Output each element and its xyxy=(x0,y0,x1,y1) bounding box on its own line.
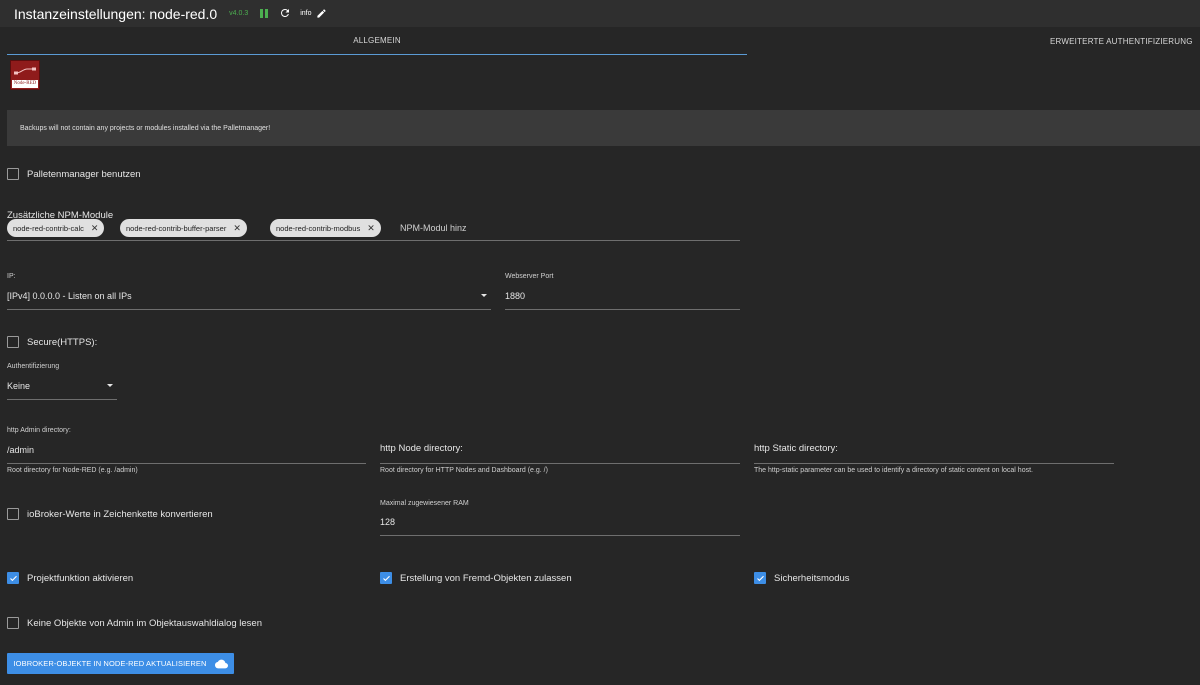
node-directory-helper: Root directory for HTTP Nodes and Dashbo… xyxy=(380,467,548,474)
foreign-objects-checkbox[interactable]: Erstellung von Fremd-Objekten zulassen xyxy=(380,572,572,584)
max-ram-underline xyxy=(380,535,740,536)
update-objects-button[interactable]: IOBROKER-OBJEKTE IN NODE-RED AKTUALISIER… xyxy=(7,653,234,674)
checkmark-icon xyxy=(9,575,17,581)
admin-directory-input[interactable]: /admin xyxy=(7,445,34,455)
convert-values-label: ioBroker-Werte in Zeichenkette konvertie… xyxy=(27,508,213,520)
cloud-upload-icon xyxy=(214,659,228,669)
convert-values-checkbox[interactable]: ioBroker-Werte in Zeichenkette konvertie… xyxy=(7,508,213,520)
chip-label: node-red-contrib-modbus xyxy=(276,223,361,233)
checkbox-box[interactable] xyxy=(7,336,19,348)
chip-label: node-red-contrib-buffer-parser xyxy=(126,223,227,233)
npm-module-input[interactable] xyxy=(400,221,490,235)
secure-label: Secure(HTTPS): xyxy=(27,336,98,348)
no-admin-objects-label: Keine Objekte von Admin im Objektauswahl… xyxy=(27,617,262,629)
chip-label: node-red-contrib-calc xyxy=(13,223,84,233)
chip-remove-icon[interactable]: ✕ xyxy=(233,223,241,233)
logo-label: Node-RED xyxy=(12,80,38,88)
safe-mode-checkbox[interactable]: Sicherheitsmodus xyxy=(754,572,850,584)
static-directory-underline xyxy=(754,463,1114,464)
webserver-port-input[interactable]: 1880 xyxy=(505,291,525,301)
title-bar: Instanzeinstellungen: node-red.0 v4.0.3 … xyxy=(0,0,1200,27)
npm-module-chip[interactable]: node-red-contrib-buffer-parser ✕ xyxy=(120,219,247,237)
chevron-down-icon[interactable] xyxy=(481,294,487,297)
max-ram-label: Maximal zugewiesener RAM xyxy=(380,500,469,507)
page-title: Instanzeinstellungen: node-red.0 xyxy=(14,5,218,22)
chevron-down-icon[interactable] xyxy=(107,384,113,387)
no-admin-objects-checkbox[interactable]: Keine Objekte von Admin im Objektauswahl… xyxy=(7,617,262,629)
reload-icon[interactable] xyxy=(279,7,291,21)
checkmark-icon xyxy=(382,575,390,581)
authentication-select-value[interactable]: Keine xyxy=(7,381,30,391)
project-mode-label: Projektfunktion aktivieren xyxy=(27,572,134,584)
tab-extended-auth[interactable]: ERWEITERTE AUTHENTIFIZIERUNG xyxy=(1050,27,1193,55)
chip-remove-icon[interactable]: ✕ xyxy=(367,223,375,233)
foreign-objects-label: Erstellung von Fremd-Objekten zulassen xyxy=(400,572,572,584)
ip-underline xyxy=(7,309,491,310)
static-directory-helper: The http-static parameter can be used to… xyxy=(754,467,1033,474)
checkmark-icon xyxy=(756,575,764,581)
npm-modules-underline xyxy=(7,240,740,241)
secure-checkbox[interactable]: Secure(HTTPS): xyxy=(7,336,97,348)
safe-mode-label: Sicherheitsmodus xyxy=(774,572,850,584)
node-red-logo: Node-RED xyxy=(10,60,40,90)
backup-notice: Backups will not contain any projects or… xyxy=(7,110,1200,146)
checkbox-box[interactable] xyxy=(7,508,19,520)
webserver-port-label: Webserver Port xyxy=(505,273,554,280)
checkbox-box[interactable] xyxy=(7,168,19,180)
checkbox-box[interactable] xyxy=(754,572,766,584)
ip-label: IP: xyxy=(7,273,16,280)
admin-directory-label: http Admin directory: xyxy=(7,427,71,434)
max-ram-input[interactable]: 128 xyxy=(380,517,395,527)
checkbox-box[interactable] xyxy=(7,572,19,584)
node-directory-underline xyxy=(380,463,740,464)
version-label: v4.0.3 xyxy=(229,10,249,17)
authentication-underline xyxy=(7,399,117,400)
palette-manager-label: Palletenmanager benutzen xyxy=(27,168,141,180)
pause-icon[interactable] xyxy=(260,9,269,18)
checkbox-box[interactable] xyxy=(7,617,19,629)
chip-remove-icon[interactable]: ✕ xyxy=(91,223,99,233)
info-link[interactable]: info xyxy=(300,10,311,17)
palette-manager-checkbox[interactable]: Palletenmanager benutzen xyxy=(7,168,141,180)
npm-module-chip[interactable]: node-red-contrib-modbus ✕ xyxy=(270,219,381,237)
project-mode-checkbox[interactable]: Projektfunktion aktivieren xyxy=(7,572,133,584)
npm-module-chip[interactable]: node-red-contrib-calc ✕ xyxy=(7,219,105,237)
tab-general[interactable]: ALLGEMEIN xyxy=(7,27,747,55)
pencil-icon[interactable] xyxy=(316,8,327,19)
admin-directory-helper: Root directory for Node-RED (e.g. /admin… xyxy=(7,467,138,474)
authentication-label: Authentifizierung xyxy=(7,363,60,370)
checkbox-box[interactable] xyxy=(380,572,392,584)
webserver-port-underline xyxy=(505,309,740,310)
ip-select-value[interactable]: [IPv4] 0.0.0.0 - Listen on all IPs xyxy=(7,291,132,301)
node-directory-label: http Node directory: xyxy=(380,443,463,454)
static-directory-label: http Static directory: xyxy=(754,443,838,454)
update-objects-button-label: IOBROKER-OBJEKTE IN NODE-RED AKTUALISIER… xyxy=(13,659,207,668)
admin-directory-underline xyxy=(7,463,366,464)
